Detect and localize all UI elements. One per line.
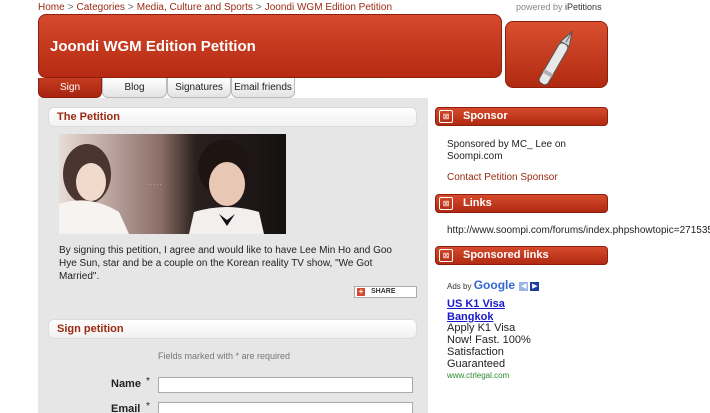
breadcrumb: Home > Categories > Media, Culture and Sport…	[38, 2, 392, 13]
sponsored-links-header: ⊠ Sponsored links	[435, 246, 608, 265]
ad-url-link[interactable]: www.ctrlegal.com	[447, 371, 509, 380]
tab-email-friends[interactable]: Email friends	[231, 78, 295, 98]
sponsor-title: Sponsor	[463, 110, 508, 122]
prev-arrow-icon[interactable]: ◀	[519, 282, 529, 292]
name-label: Name	[111, 378, 141, 390]
required-fields-note: Fields marked with * are required	[158, 351, 291, 361]
collapse-icon[interactable]: ⊠	[439, 110, 453, 123]
tab-blog[interactable]: Blog	[102, 78, 167, 98]
sign-section-title: Sign petition	[57, 323, 124, 335]
ads-by-label: Ads by	[447, 282, 472, 291]
ad-body-line: Now! Fast. 100%	[447, 334, 531, 346]
contact-sponsor-link[interactable]: Contact Petition Sponsor	[447, 172, 558, 183]
tab-signatures[interactable]: Signatures	[167, 78, 231, 98]
share-label: SHARE	[371, 288, 396, 295]
fountain-pen-icon	[538, 30, 573, 86]
tab-sign[interactable]: Sign	[38, 78, 102, 98]
petition-text: By signing this petition, I agree and wo…	[59, 245, 392, 282]
breadcrumb-separator: >	[255, 2, 262, 13]
name-field[interactable]	[158, 377, 413, 393]
sign-section-header: Sign petition	[48, 319, 417, 339]
petition-section-title: The Petition	[57, 111, 120, 123]
ad-body-line: Apply K1 Visa	[447, 322, 516, 334]
petition-photo-image: · · · · ·	[59, 134, 286, 234]
petition-tabs: Sign Blog Signatures Email friends	[38, 78, 308, 98]
breadcrumb-categories-link[interactable]: Categories	[77, 2, 125, 13]
sponsored-links-title: Sponsored links	[463, 249, 549, 261]
powered-by-prefix: powered by	[516, 2, 563, 12]
sponsor-line2: Soompi.com	[447, 151, 503, 162]
breadcrumb-separator: >	[67, 2, 74, 13]
collapse-icon[interactable]: ⊠	[439, 197, 453, 210]
svg-text:· · · · ·: · · · · ·	[147, 182, 162, 188]
plus-icon: +	[357, 287, 365, 296]
collapse-icon[interactable]: ⊠	[439, 249, 453, 262]
external-link[interactable]: http://www.soompi.com/forums/index.phpsh…	[447, 224, 710, 237]
next-arrow-icon[interactable]: ▶	[530, 282, 540, 292]
links-header: ⊠ Links	[435, 194, 608, 213]
ad-body-line: Guaranteed	[447, 358, 506, 370]
ad-body: Apply K1 Visa Now! Fast. 100% Satisfacti…	[447, 322, 531, 370]
links-title: Links	[463, 197, 492, 209]
petition-header: Joondi WGM Edition Petition	[38, 14, 502, 78]
ad-title-link[interactable]: US K1 Visa Bangkok	[447, 298, 505, 324]
powered-by: powered by iPetitions	[516, 2, 602, 12]
petition-section-header: The Petition	[48, 107, 417, 127]
ad-body-line: Satisfaction	[447, 346, 504, 358]
breadcrumb-separator: >	[127, 2, 134, 13]
breadcrumb-current-page[interactable]: Joondi WGM Edition Petition	[265, 2, 392, 13]
name-required-mark: *	[146, 376, 150, 387]
petition-photo: · · · · ·	[59, 134, 286, 234]
ipetitions-brand-link[interactable]: iPetitions	[565, 2, 602, 12]
email-label: Email	[111, 403, 141, 413]
ads-by-google[interactable]: Ads by Google ◀ ▶	[447, 278, 540, 292]
breadcrumb-category-link[interactable]: Media, Culture and Sports	[137, 2, 253, 13]
email-field[interactable]	[158, 402, 413, 413]
email-required-mark: *	[146, 401, 150, 412]
share-button[interactable]: + SHARE	[354, 286, 417, 298]
breadcrumb-home-link[interactable]: Home	[38, 2, 65, 13]
page-title: Joondi WGM Edition Petition	[50, 38, 256, 55]
petition-logo	[505, 21, 608, 88]
ad-title-line1: US K1 Visa	[447, 298, 505, 310]
google-logo: Google	[473, 278, 516, 292]
sponsor-header: ⊠ Sponsor	[435, 107, 608, 126]
